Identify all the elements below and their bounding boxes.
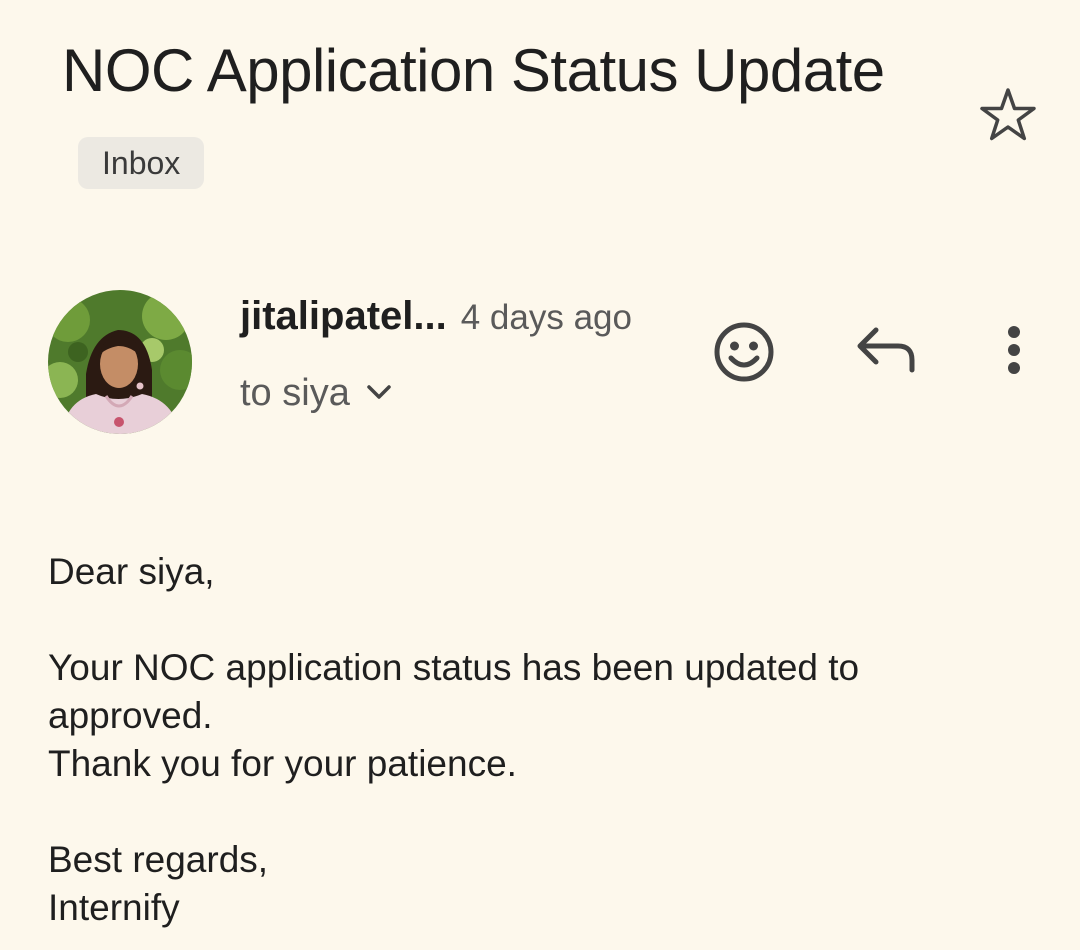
sender-avatar[interactable] <box>48 290 192 434</box>
more-vert-icon[interactable] <box>994 322 1034 382</box>
body-line-thanks: Thank you for your patience. <box>48 743 517 784</box>
inbox-label-chip[interactable]: Inbox <box>78 137 205 190</box>
email-body: Dear siya, Your NOC application status h… <box>48 548 1008 932</box>
smiley-face-icon[interactable] <box>710 318 778 386</box>
email-subject: NOC Application Status Update Inbox <box>62 22 922 218</box>
closing: Best regards, <box>48 839 269 880</box>
greeting: Dear siya, <box>48 551 215 592</box>
star-icon[interactable] <box>976 84 1040 148</box>
sender-name[interactable]: jitalipatel... <box>240 294 447 338</box>
recipient-text: to siya <box>240 372 350 414</box>
subject-text: NOC Application Status Update <box>62 37 885 104</box>
chevron-down-icon <box>367 385 391 399</box>
body-line-status: Your NOC application status has been upd… <box>48 647 860 736</box>
sent-time: 4 days ago <box>460 298 632 337</box>
recipient-details-toggle[interactable]: to siya <box>240 372 392 415</box>
signature: Internify <box>48 887 180 928</box>
sender-line: jitalipatel... 4 days ago <box>240 294 632 339</box>
reply-arrow-icon[interactable] <box>852 320 924 380</box>
